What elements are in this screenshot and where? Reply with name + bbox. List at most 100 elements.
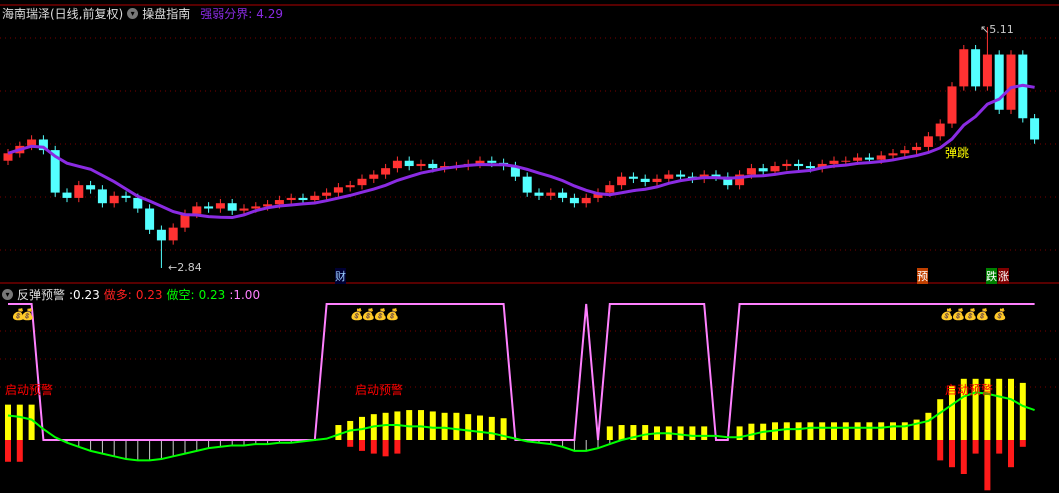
yellow-bar <box>701 426 708 440</box>
candle-down <box>971 49 981 87</box>
candle-up <box>369 174 379 179</box>
yellow-bar <box>1008 378 1014 440</box>
candle-up <box>746 168 756 175</box>
candle-down <box>487 160 497 163</box>
candle-up <box>770 166 780 172</box>
candle-up <box>581 197 591 204</box>
pink-signal-line <box>8 303 1035 441</box>
alert-label: 启动预警 <box>5 383 54 397</box>
candle-down <box>558 192 568 198</box>
candle-down <box>676 174 686 177</box>
yellow-bar <box>5 404 11 440</box>
yellow-bar <box>429 411 436 440</box>
boundary-value: 4.29 <box>256 6 283 21</box>
red-bar <box>394 440 401 454</box>
yellow-bar <box>677 426 684 440</box>
candle-up <box>829 160 839 164</box>
candle-up <box>251 206 261 209</box>
price-chart[interactable]: 💰💰 💰💰💰💰 💰💰💰💰 💰 <box>0 0 1059 493</box>
candle-down <box>227 203 237 211</box>
chevron-down-icon[interactable]: ▾ <box>127 8 139 19</box>
candle-up <box>416 163 426 167</box>
indicator-name[interactable]: 操盘指南 <box>142 5 190 22</box>
yellow-bar <box>996 378 1003 440</box>
red-bar <box>949 440 955 468</box>
candle-down <box>628 176 638 179</box>
yellow-bar <box>831 422 837 440</box>
candle-up <box>546 192 556 196</box>
candle-down <box>62 192 72 198</box>
candle-up <box>605 185 615 193</box>
yellow-bar <box>606 426 613 440</box>
chevron-down-icon[interactable]: ▾ <box>2 289 13 300</box>
main-header: 海南瑞泽(日线,前复权) ▾ 操盘指南 强弱分界: 4.29 <box>2 5 283 22</box>
red-bar <box>359 440 365 451</box>
die-marker: 跌 <box>986 268 997 284</box>
candle-down <box>298 197 308 201</box>
long-value: 0.23 <box>135 287 163 302</box>
yellow-bar <box>1019 382 1026 440</box>
candle-up <box>322 192 332 196</box>
high-price-value: 5.11 <box>989 23 1014 36</box>
candle-up <box>900 150 910 154</box>
candle-down <box>428 163 438 169</box>
candle-up <box>333 187 343 193</box>
yellow-bar <box>465 414 472 440</box>
yellow-bar <box>418 410 424 440</box>
ratio-value: :1.00 <box>229 287 261 302</box>
red-bar <box>960 440 967 474</box>
yellow-bar <box>406 410 413 440</box>
yellow-bar <box>453 412 460 440</box>
candle-down <box>204 206 214 209</box>
candle-up <box>286 197 296 201</box>
candle-up <box>959 49 969 87</box>
sub-header: ▾ 反弹预警 :0.23 做多: 0.23 做空: 0.23 :1.00 <box>2 286 260 303</box>
candle-down <box>794 163 804 167</box>
yellow-bar <box>642 425 649 440</box>
candle-down <box>758 168 768 172</box>
candle-down <box>569 197 579 204</box>
candle-up <box>310 195 320 201</box>
sub-indicator-name[interactable]: 反弹预警 <box>17 286 65 303</box>
red-bar <box>972 440 979 454</box>
candle-down <box>1030 118 1040 140</box>
candle-up <box>617 176 627 186</box>
candle-up <box>947 86 957 124</box>
yellow-bar <box>748 423 755 440</box>
yellow-bar <box>488 416 495 440</box>
yellow-bar <box>866 422 873 440</box>
candle-up <box>74 185 84 198</box>
candle-up <box>652 178 662 182</box>
yellow-bar <box>689 426 696 440</box>
candle-up <box>876 155 886 160</box>
candle-up <box>357 178 367 186</box>
ma-line <box>7 83 1035 220</box>
candle-up <box>192 206 202 214</box>
boundary-label: 强弱分界: <box>200 7 253 21</box>
yellow-bar <box>618 425 625 440</box>
money-bag-icon: 💰 <box>976 308 990 321</box>
candle-down <box>534 192 544 196</box>
yellow-bar <box>819 422 826 440</box>
candle-up <box>923 136 933 147</box>
candle-down <box>864 157 874 160</box>
red-bar <box>16 440 23 462</box>
candle-down <box>156 229 166 241</box>
candle-up <box>982 54 992 87</box>
candle-up <box>215 203 225 209</box>
candle-up <box>935 123 945 137</box>
money-bag-icon: 💰 <box>993 308 1007 321</box>
candle-up <box>1006 54 1016 110</box>
stock-title: 海南瑞泽(日线,前复权) <box>2 7 124 21</box>
candle-up <box>381 168 391 175</box>
red-bar <box>5 440 11 462</box>
money-bag-icon: 💰 <box>386 308 400 321</box>
yellow-bar <box>382 412 389 440</box>
candle-up <box>392 160 402 169</box>
candle-down <box>145 208 155 230</box>
candle-up <box>853 157 863 161</box>
yellow-bar <box>842 422 849 440</box>
candle-down <box>640 178 650 182</box>
zhang-marker: 涨 <box>998 268 1009 284</box>
short-value: 0.23 <box>198 287 226 302</box>
